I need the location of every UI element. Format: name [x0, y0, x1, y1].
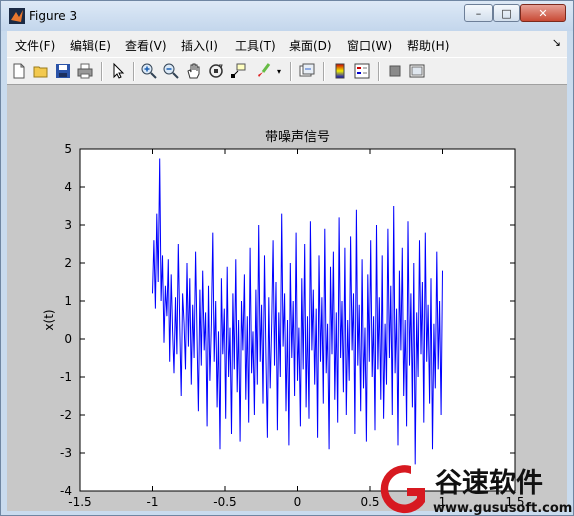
menu-help[interactable]: 帮助(H): [407, 37, 449, 54]
open-file-icon[interactable]: [32, 62, 50, 80]
window-title: Figure 3: [29, 9, 78, 23]
figure-client: 文件(F) 编辑(E) 查看(V) 插入(I) 工具(T) 桌面(D) 窗口(W…: [7, 31, 567, 511]
colorbar-icon[interactable]: [331, 62, 349, 80]
menu-edit[interactable]: 编辑(E): [70, 37, 111, 54]
y-tick-label: 2: [64, 256, 72, 270]
x-tick-label: 0: [294, 495, 302, 509]
menu-desktop[interactable]: 桌面(D): [289, 37, 332, 54]
print-icon[interactable]: [76, 62, 94, 80]
y-tick-label: -2: [60, 408, 72, 422]
plot-canvas[interactable]: -1.5-1-0.500.511.5-4-3-2-1012345带噪声信号t(s…: [7, 85, 567, 511]
minimize-icon: –: [475, 6, 482, 20]
rotate-3d-icon[interactable]: [207, 62, 225, 80]
y-tick-label: 0: [64, 332, 72, 346]
pan-icon[interactable]: [185, 62, 203, 80]
zoom-out-icon[interactable]: [162, 62, 180, 80]
link-plot-icon[interactable]: [298, 62, 316, 80]
toolbar-separator: [133, 62, 135, 81]
data-cursor-icon[interactable]: [229, 62, 247, 80]
minimize-button[interactable]: –: [464, 4, 493, 22]
title-bar[interactable]: Figure 3 – □ ✕: [1, 1, 573, 31]
toolbar-separator: [101, 62, 103, 81]
y-tick-label: 1: [64, 294, 72, 308]
close-button[interactable]: ✕: [520, 4, 566, 22]
close-icon: ✕: [538, 6, 548, 20]
brush-dropdown-icon[interactable]: ▾: [277, 67, 285, 85]
save-icon[interactable]: [54, 62, 72, 80]
menu-view[interactable]: 查看(V): [125, 37, 167, 54]
y-tick-label: 3: [64, 218, 72, 232]
y-tick-label: -4: [60, 484, 72, 498]
chart-title: 带噪声信号: [265, 130, 330, 145]
menu-window[interactable]: 窗口(W): [347, 37, 392, 54]
figure-canvas: -1.5-1-0.500.511.5-4-3-2-1012345带噪声信号t(s…: [7, 85, 567, 511]
watermark-logo: 谷速软件 www.gususoft.com: [380, 465, 572, 516]
matlab-icon: [9, 8, 25, 24]
y-tick-label: 5: [64, 142, 72, 156]
maximize-button[interactable]: □: [493, 4, 520, 22]
menu-bar: 文件(F) 编辑(E) 查看(V) 插入(I) 工具(T) 桌面(D) 窗口(W…: [7, 31, 567, 57]
legend-icon[interactable]: [353, 62, 371, 80]
new-figure-icon[interactable]: [10, 62, 28, 80]
x-tick-label: -0.5: [213, 495, 236, 509]
menu-file[interactable]: 文件(F): [15, 37, 55, 54]
toolbar: ▾: [7, 57, 567, 85]
toolbar-separator: [290, 62, 292, 81]
hide-plot-tools-icon[interactable]: [386, 62, 404, 80]
y-tick-label: -1: [60, 370, 72, 384]
show-plot-tools-icon[interactable]: [408, 62, 426, 80]
zoom-in-icon[interactable]: [140, 62, 158, 80]
y-tick-label: -3: [60, 446, 72, 460]
watermark-brand: 谷速软件: [435, 468, 543, 499]
pointer-icon[interactable]: [109, 62, 127, 80]
figure-window: Figure 3 – □ ✕ 文件(F) 编辑(E) 查看(V) 插入(I) 工…: [0, 0, 574, 516]
axes-box: [79, 148, 516, 492]
menu-tools[interactable]: 工具(T): [235, 37, 276, 54]
y-tick-label: 4: [64, 180, 72, 194]
brush-icon[interactable]: [255, 62, 273, 80]
watermark-url: www.gususoft.com: [433, 501, 572, 516]
menu-insert[interactable]: 插入(I): [181, 37, 218, 54]
maximize-icon: □: [501, 6, 512, 20]
y-axis-label: x(t): [42, 309, 56, 330]
menu-overflow-icon[interactable]: ↘: [552, 36, 561, 49]
toolbar-separator: [323, 62, 325, 81]
toolbar-separator: [378, 62, 380, 81]
x-tick-label: -1: [147, 495, 159, 509]
